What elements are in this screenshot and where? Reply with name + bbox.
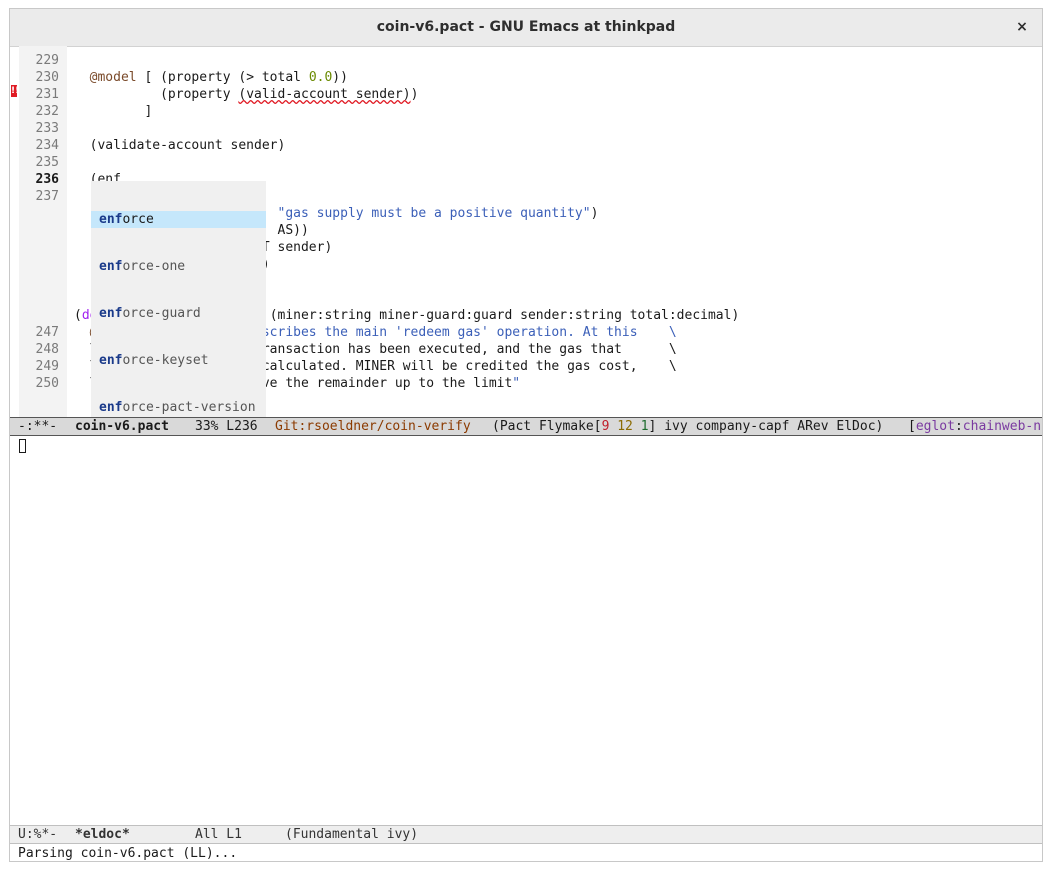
line-number: 230 xyxy=(35,70,59,85)
flymake-error-count[interactable]: 9 xyxy=(602,419,610,434)
completion-item-enforce-keyset[interactable]: enforce-keyset xyxy=(91,352,266,369)
completion-match: enf xyxy=(99,306,123,321)
buffer-state: -:**- xyxy=(18,419,58,434)
line-number: 247 xyxy=(35,325,59,340)
eglot-sep: : xyxy=(954,419,963,434)
code-text: ] xyxy=(74,104,153,119)
completion-item-enforce-pact-version[interactable]: enforce-pact-version xyxy=(91,399,266,416)
line-number: 236 xyxy=(35,172,59,187)
code-editor[interactable]: !! 229 230 @model [ (property (> total 0.… xyxy=(10,46,1042,417)
buffer-position: 33% L236 xyxy=(195,419,258,434)
line-number: 234 xyxy=(35,138,59,153)
completion-match: enf xyxy=(99,400,123,415)
mode-line-main[interactable]: -:**- coin-v6.pact 33% L236 Git:rsoeldne… xyxy=(10,417,1042,436)
vc-branch[interactable]: Git:rsoeldner/coin-verify xyxy=(275,418,471,435)
modes-close: ] ivy company-capf ARev ElDoc) xyxy=(648,419,884,434)
flymake-note-count[interactable]: 1 xyxy=(641,419,649,434)
line-number: 249 xyxy=(35,359,59,374)
code-line[interactable]: 235 xyxy=(10,154,1042,171)
code-line[interactable]: 229 xyxy=(10,52,1042,69)
buffer-position: All L1 xyxy=(195,827,242,842)
code-text: @model [ (property (> total 0.0)) xyxy=(89,70,348,85)
line-number: 233 xyxy=(35,121,59,136)
line-number: 250 xyxy=(35,376,59,391)
completion-item-enforce-guard[interactable]: enforce-guard xyxy=(91,305,266,322)
completion-rest: orce-one xyxy=(122,259,186,274)
code-line[interactable]: 232 ] xyxy=(10,103,1042,120)
title-bar: coin-v6.pact - GNU Emacs at thinkpad × xyxy=(10,9,1042,47)
code-line[interactable]: 231 (property (valid-account sender)) xyxy=(10,86,1042,103)
line-number: 231 xyxy=(35,87,59,102)
echo-area: Parsing coin-v6.pact (LL)... xyxy=(18,846,238,861)
window-title: coin-v6.pact - GNU Emacs at thinkpad xyxy=(376,19,676,35)
completion-match: enf xyxy=(99,212,123,227)
completion-match: enf xyxy=(99,259,123,274)
eglot-label: eglot xyxy=(915,419,955,434)
modes-open: (Pact Flymake[ xyxy=(492,419,602,434)
completion-rest: orce-keyset xyxy=(122,353,209,368)
completion-rest: orce-pact-version xyxy=(122,400,256,415)
eglot-open: [ xyxy=(908,419,916,434)
completion-item-enforce-one[interactable]: enforce-one xyxy=(91,258,266,275)
close-button[interactable]: × xyxy=(1012,17,1032,37)
code-text: (validate-account sender) xyxy=(74,138,286,153)
line-number: 235 xyxy=(35,155,59,170)
code-line[interactable]: 234 (validate-account sender) xyxy=(10,137,1042,154)
eldoc-buffer[interactable] xyxy=(10,436,1042,824)
completion-popup: enforce enforce-one enforce-guard enforc… xyxy=(91,181,266,417)
mode-list: (Pact Flymake[9 12 1] ivy company-capf A… xyxy=(492,418,883,435)
completion-rest: orce xyxy=(122,212,154,227)
line-number: 232 xyxy=(35,104,59,119)
buffer-name[interactable]: coin-v6.pact xyxy=(75,418,169,435)
eglot-status[interactable]: [eglot:chainweb-n xyxy=(908,418,1041,435)
emacs-window: coin-v6.pact - GNU Emacs at thinkpad × !… xyxy=(9,8,1043,862)
completion-item-enforce[interactable]: enforce xyxy=(91,211,266,228)
line-number: 248 xyxy=(35,342,59,357)
flymake-warning-count[interactable]: 12 xyxy=(617,419,633,434)
eglot-server: chainweb-n xyxy=(962,419,1042,434)
text-cursor xyxy=(19,439,26,453)
code-text: (property (valid-account sender)) xyxy=(74,87,419,102)
completion-rest: orce-guard xyxy=(122,306,201,321)
buffer-state: U:%*- xyxy=(18,827,58,842)
line-number: 229 xyxy=(35,53,59,68)
mode-list: (Fundamental ivy) xyxy=(285,827,419,842)
mode-line-eldoc[interactable]: U:%*- *eldoc* All L1 (Fundamental ivy) xyxy=(10,825,1042,844)
code-line[interactable]: 233 xyxy=(10,120,1042,137)
buffer-name[interactable]: *eldoc* xyxy=(75,826,130,843)
code-line[interactable]: 230 @model [ (property (> total 0.0)) xyxy=(10,69,1042,86)
line-number: 237 xyxy=(35,189,59,204)
completion-match: enf xyxy=(99,353,123,368)
